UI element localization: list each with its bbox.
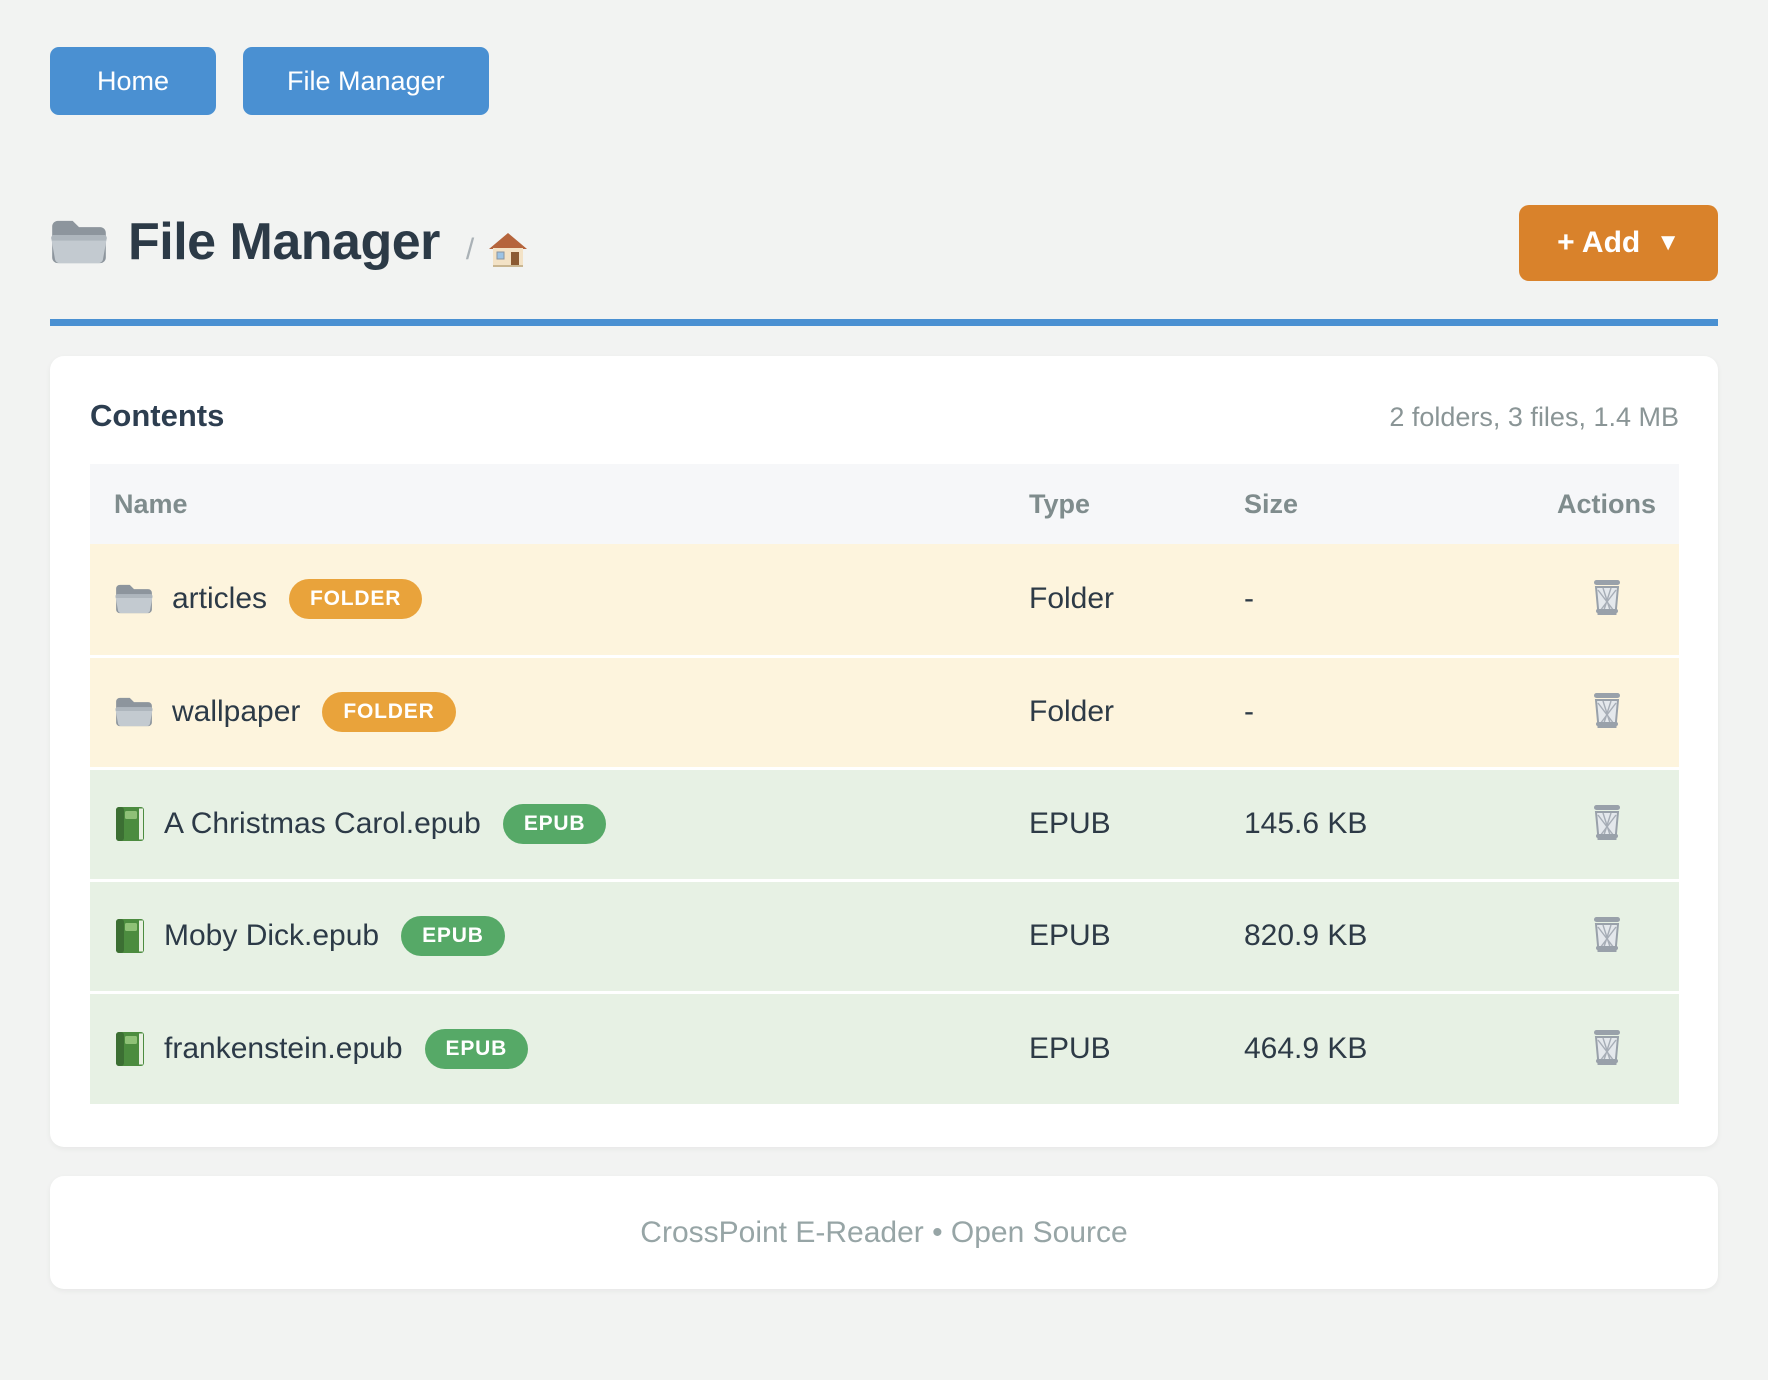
caret-down-icon: ▼	[1656, 229, 1680, 257]
file-name-link[interactable]: A Christmas Carol.epub	[164, 807, 481, 841]
file-size: -	[1244, 656, 1534, 768]
file-type: EPUB	[1029, 880, 1244, 992]
trash-icon	[1590, 803, 1624, 841]
book-icon	[114, 918, 146, 954]
file-type: EPUB	[1029, 992, 1244, 1104]
delete-button[interactable]	[1586, 687, 1628, 733]
contents-heading: Contents	[90, 398, 224, 434]
epub-badge: EPUB	[425, 1029, 529, 1069]
trash-icon	[1590, 578, 1624, 616]
column-header-actions: Actions	[1534, 464, 1679, 544]
delete-button[interactable]	[1586, 1024, 1628, 1070]
book-icon	[114, 1031, 146, 1067]
file-type: EPUB	[1029, 768, 1244, 880]
contents-summary: 2 folders, 3 files, 1.4 MB	[1389, 402, 1679, 433]
file-size: 820.9 KB	[1244, 880, 1534, 992]
file-manager-page: Home File Manager File Manager / + Add ▼…	[0, 0, 1768, 1289]
title-divider	[50, 319, 1718, 326]
file-name-link[interactable]: articles	[172, 582, 267, 616]
breadcrumb-separator: /	[466, 233, 474, 267]
file-name-link[interactable]: Moby Dick.epub	[164, 919, 379, 953]
file-size: 464.9 KB	[1244, 992, 1534, 1104]
contents-card: Contents 2 folders, 3 files, 1.4 MB Name…	[50, 356, 1718, 1147]
footer-text: CrossPoint E-Reader • Open Source	[640, 1216, 1127, 1250]
top-nav: Home File Manager	[50, 47, 1718, 115]
epub-badge: EPUB	[401, 916, 505, 956]
footer: CrossPoint E-Reader • Open Source	[50, 1176, 1718, 1289]
column-header-size: Size	[1244, 464, 1534, 544]
folder-badge: FOLDER	[289, 579, 422, 619]
nav-file-manager-button[interactable]: File Manager	[243, 47, 489, 115]
folder-icon	[114, 696, 154, 728]
folder-badge: FOLDER	[322, 692, 455, 732]
delete-button[interactable]	[1586, 911, 1628, 957]
epub-badge: EPUB	[503, 804, 607, 844]
file-size: 145.6 KB	[1244, 768, 1534, 880]
files-table: Name Type Size Actions articles FOLDER	[90, 464, 1679, 1104]
trash-icon	[1590, 915, 1624, 953]
file-size: -	[1244, 544, 1534, 656]
home-icon[interactable]	[488, 232, 528, 268]
file-type: Folder	[1029, 544, 1244, 656]
book-icon	[114, 806, 146, 842]
table-row-frankenstein: frankenstein.epub EPUB EPUB 464.9 KB	[90, 992, 1679, 1104]
add-button[interactable]: + Add ▼	[1519, 205, 1718, 281]
files-table-header: Name Type Size Actions	[90, 464, 1679, 544]
file-name-link[interactable]: frankenstein.epub	[164, 1032, 403, 1066]
nav-home-button[interactable]: Home	[50, 47, 216, 115]
breadcrumb: /	[466, 232, 528, 268]
trash-icon	[1590, 1028, 1624, 1066]
contents-card-header: Contents 2 folders, 3 files, 1.4 MB	[90, 398, 1679, 434]
trash-icon	[1590, 691, 1624, 729]
add-button-label: + Add	[1557, 226, 1640, 260]
page-header: File Manager / + Add ▼	[50, 203, 1718, 281]
file-name-link[interactable]: wallpaper	[172, 695, 300, 729]
folder-icon	[114, 583, 154, 615]
table-row-moby-dick: Moby Dick.epub EPUB EPUB 820.9 KB	[90, 880, 1679, 992]
column-header-type: Type	[1029, 464, 1244, 544]
delete-button[interactable]	[1586, 574, 1628, 620]
column-header-name: Name	[90, 464, 1029, 544]
file-type: Folder	[1029, 656, 1244, 768]
table-row-articles: articles FOLDER Folder -	[90, 544, 1679, 656]
table-row-wallpaper: wallpaper FOLDER Folder -	[90, 656, 1679, 768]
folder-icon	[50, 218, 108, 266]
table-row-christmas-carol: A Christmas Carol.epub EPUB EPUB 145.6 K…	[90, 768, 1679, 880]
delete-button[interactable]	[1586, 799, 1628, 845]
page-title: File Manager	[128, 212, 440, 272]
